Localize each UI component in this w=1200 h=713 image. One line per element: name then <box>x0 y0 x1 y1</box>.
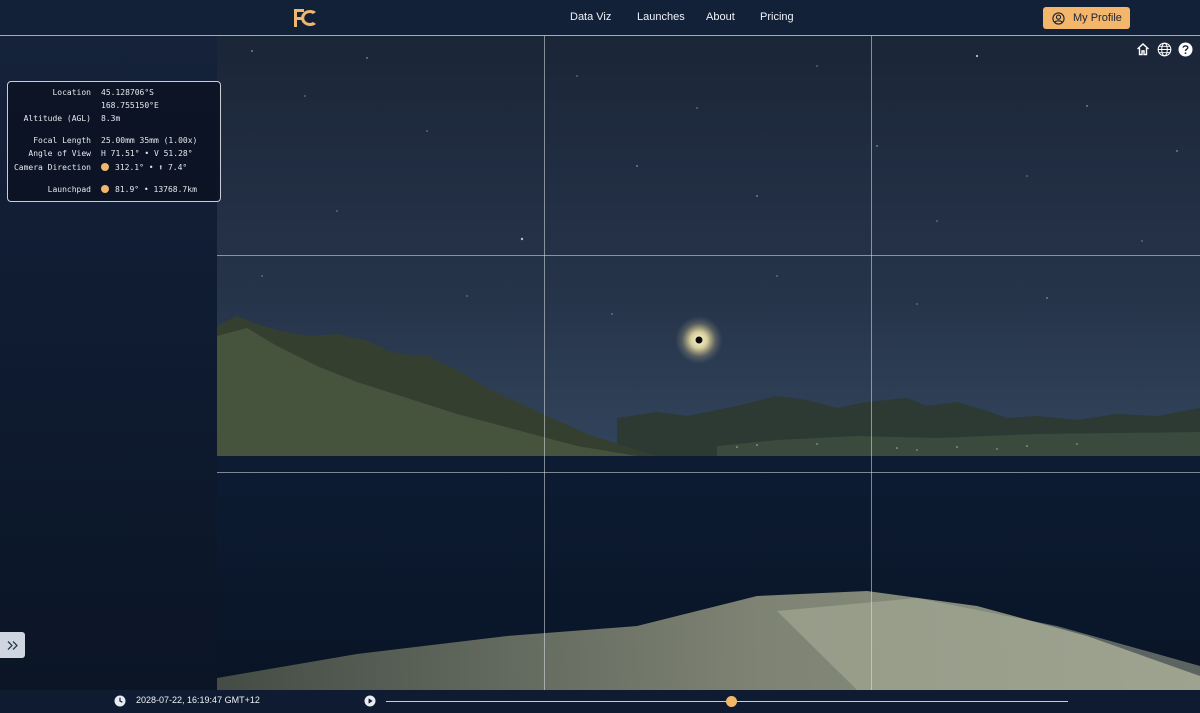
longitude-value: 168.755150°E <box>101 101 159 110</box>
grid-line-vertical-2 <box>871 36 872 690</box>
timeline-slider-handle[interactable] <box>726 696 738 707</box>
globe-icon <box>1157 42 1171 56</box>
latitude-value: 45.128706°S <box>101 88 154 97</box>
altitude-value: 8.3m <box>101 114 121 123</box>
location-label: Location <box>52 88 91 97</box>
home-icon <box>1137 43 1149 56</box>
top-nav-bar: Data Viz Launches About Pricing My Profi… <box>0 0 1200 36</box>
globe-button[interactable] <box>1156 41 1172 57</box>
camera-direction-text: 312.1° • ⬆ 7.4° <box>115 163 188 172</box>
scene-render <box>217 50 1200 690</box>
clock-icon <box>114 695 126 707</box>
profile-label: My Profile <box>1073 12 1122 24</box>
angle-of-view-label: Angle of View <box>28 149 91 158</box>
focal-length-label: Focal Length <box>33 136 91 145</box>
user-circle-icon <box>1052 11 1065 25</box>
compass-icon <box>101 185 109 193</box>
angle-of-view-row: Angle of View H 71.51° • V 51.28° <box>8 149 220 161</box>
grid-line-vertical-1 <box>544 36 545 690</box>
nav-pricing[interactable]: Pricing <box>760 11 794 23</box>
nav-about[interactable]: About <box>706 11 735 23</box>
launchpad-label: Launchpad <box>47 185 91 194</box>
location-row: Location 45.128706°S <box>8 88 220 100</box>
launchpad-row: Launchpad 81.9° • 13768.7km <box>8 185 220 197</box>
angle-of-view-value: H 71.51° • V 51.28° <box>101 149 193 158</box>
altitude-label: Altitude (AGL) <box>23 114 91 123</box>
play-icon[interactable] <box>364 695 376 707</box>
home-button[interactable] <box>1135 41 1151 57</box>
timeline-bar: 2028-07-22, 16:19:47 GMT+12 <box>0 690 1200 713</box>
grid-line-horizontal-2 <box>217 472 1200 473</box>
launchpad-value: 81.9° • 13768.7km <box>101 185 197 194</box>
launchpad-text: 81.9° • 13768.7km <box>115 185 197 194</box>
my-profile-button[interactable]: My Profile <box>1043 7 1130 29</box>
altitude-row: Altitude (AGL) 8.3m <box>8 114 220 126</box>
focal-length-value: 25.00mm 35mm (1.00x) <box>101 136 198 145</box>
expand-sidebar-button[interactable] <box>0 632 25 658</box>
nav-launches[interactable]: Launches <box>637 11 685 23</box>
camera-viewport[interactable] <box>217 36 1200 690</box>
logo-icon[interactable] <box>292 7 318 29</box>
camera-direction-label: Camera Direction <box>13 163 91 172</box>
longitude-row: 168.755150°E <box>8 101 220 113</box>
help-button[interactable] <box>1177 41 1193 57</box>
datetime-display[interactable]: 2028-07-22, 16:19:47 GMT+12 <box>136 695 260 705</box>
nav-data-viz[interactable]: Data Viz <box>570 11 611 23</box>
double-chevron-right-icon <box>7 640 18 650</box>
help-icon <box>1178 42 1192 56</box>
camera-info-panel: Location 45.128706°S 168.755150°E Altitu… <box>7 81 221 202</box>
compass-icon <box>101 163 109 171</box>
focal-length-row: Focal Length 25.00mm 35mm (1.00x) <box>8 136 220 148</box>
camera-direction-row: Camera Direction 312.1° • ⬆ 7.4° <box>8 163 220 175</box>
camera-direction-value: 312.1° • ⬆ 7.4° <box>101 163 187 172</box>
grid-line-horizontal-1 <box>217 255 1200 256</box>
